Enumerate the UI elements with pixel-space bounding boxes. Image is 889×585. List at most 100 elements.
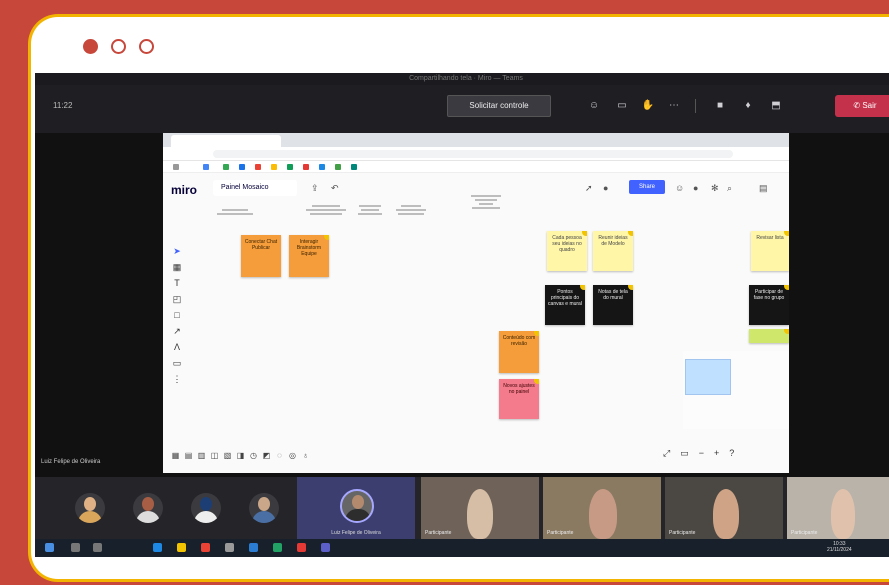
task-view-icon[interactable] xyxy=(93,543,102,552)
sticky-note[interactable]: Conectar Chat Publicar xyxy=(241,235,281,277)
sticky-note[interactable]: Pontos principais do canvas e mural xyxy=(545,285,585,325)
bookmark-icon[interactable] xyxy=(335,164,341,170)
browser-tab[interactable] xyxy=(171,135,281,147)
undo-icon[interactable]: ↶ xyxy=(331,183,341,193)
participant-video[interactable]: Participante xyxy=(421,477,539,539)
shape-tool-icon[interactable]: □ xyxy=(169,307,185,323)
share-screen-icon[interactable]: ⬒ xyxy=(769,99,783,113)
settings-icon[interactable]: ◎ xyxy=(288,451,297,460)
search-icon[interactable]: ⌕ xyxy=(727,183,737,193)
board-text-block[interactable] xyxy=(355,203,385,217)
timer-icon[interactable]: ◷ xyxy=(249,451,258,460)
more-tools-icon[interactable]: ⋮ xyxy=(169,371,185,387)
bookmark-icon[interactable] xyxy=(303,164,309,170)
bookmark-icon[interactable] xyxy=(271,164,277,170)
fit-view-icon[interactable]: ⤢ xyxy=(663,448,670,459)
active-speaker-tile[interactable]: Luiz Felipe de Oliveira xyxy=(297,477,415,539)
board-text-block[interactable] xyxy=(391,203,431,217)
vote-icon[interactable]: ◩ xyxy=(262,451,271,460)
bookmark-icon[interactable] xyxy=(319,164,325,170)
participant-avatar[interactable] xyxy=(75,493,105,523)
grid-icon[interactable]: ▤ xyxy=(184,451,193,460)
board-text-block[interactable] xyxy=(301,203,351,217)
app-icon[interactable] xyxy=(225,543,234,552)
sticky-note[interactable]: Participar de fase no grupo xyxy=(749,285,789,325)
bookmark-icon[interactable] xyxy=(351,164,357,170)
pen-tool-icon[interactable]: Λ xyxy=(169,339,185,355)
minimap-icon[interactable]: ▭ xyxy=(680,448,689,459)
lightbulb-icon[interactable]: ♁ xyxy=(301,451,310,460)
participant-video[interactable]: Participante xyxy=(543,477,661,539)
frame-tool-icon[interactable]: ▭ xyxy=(169,355,185,371)
participant-video[interactable]: Participante xyxy=(665,477,783,539)
collaborator-avatar-icon[interactable]: ● xyxy=(603,183,613,193)
chrome-icon[interactable] xyxy=(201,543,210,552)
url-field[interactable] xyxy=(213,150,733,158)
reactions-icon[interactable]: ☺ xyxy=(587,99,601,113)
board-text-block[interactable] xyxy=(463,193,509,211)
zoom-in-icon[interactable]: + xyxy=(714,448,719,459)
participant-avatar[interactable] xyxy=(133,493,163,523)
sticky-note[interactable]: Revisar lista xyxy=(751,231,789,271)
zoom-out-icon[interactable]: − xyxy=(699,448,704,459)
bookmark-icon[interactable] xyxy=(203,164,209,170)
reactions-icon[interactable]: ☺ xyxy=(675,183,685,193)
sticky-note[interactable] xyxy=(749,329,789,343)
chat-icon[interactable]: ▭ xyxy=(615,99,629,113)
chart-icon[interactable]: ▧ xyxy=(223,451,232,460)
board-name[interactable]: Painel Mosaico xyxy=(213,180,297,196)
more-options-icon[interactable]: ⋯ xyxy=(667,99,681,113)
frames-icon[interactable]: ▦ xyxy=(171,451,180,460)
edge-icon[interactable] xyxy=(153,543,162,552)
select-tool-icon[interactable]: ➤ xyxy=(169,243,185,259)
request-control-button[interactable]: Solicitar controle xyxy=(447,95,551,117)
bookmark-icon[interactable] xyxy=(255,164,261,170)
connector-tool-icon[interactable]: ↗ xyxy=(169,323,185,339)
close-dot-icon[interactable] xyxy=(83,39,98,54)
collaborator-avatar-icon[interactable]: ● xyxy=(693,183,703,193)
sticky-note[interactable]: Cada pessoa seu ideias no quadro xyxy=(547,231,587,271)
teams-icon[interactable] xyxy=(321,543,330,552)
participant-avatar[interactable] xyxy=(249,493,279,523)
sticky-note[interactable]: Novos ajustes no painel xyxy=(499,379,539,419)
app-icon[interactable] xyxy=(297,543,306,552)
comment-icon[interactable]: ◫ xyxy=(210,451,219,460)
maximize-dot-icon[interactable] xyxy=(139,39,154,54)
text-tool-icon[interactable]: T xyxy=(169,275,185,291)
participant-video[interactable]: Participante xyxy=(787,477,889,539)
participant-avatar[interactable] xyxy=(191,493,221,523)
sticky-note[interactable]: Notas de tela do mural xyxy=(593,285,633,325)
camera-icon[interactable]: ■ xyxy=(713,99,727,113)
leave-button[interactable]: ✆ Sair xyxy=(835,95,889,117)
minimize-dot-icon[interactable] xyxy=(111,39,126,54)
windows-start-icon[interactable] xyxy=(45,543,54,552)
bookmark-icon[interactable] xyxy=(223,164,229,170)
board-text-block[interactable] xyxy=(213,207,257,217)
copy-icon[interactable]: ◨ xyxy=(236,451,245,460)
excel-icon[interactable] xyxy=(273,543,282,552)
sticky-note[interactable]: Conteúdo com revisão xyxy=(499,331,539,373)
help-icon[interactable]: ? xyxy=(729,448,734,459)
share-button[interactable]: Share xyxy=(629,180,665,194)
chat-bubble-icon[interactable]: ◌ xyxy=(275,451,284,460)
notes-icon[interactable]: ▤ xyxy=(759,183,769,193)
sticky-note-tool-icon[interactable]: ◰ xyxy=(169,291,185,307)
sticky-note[interactable]: Interagir Brainstorm Equipe xyxy=(289,235,329,277)
sticky-note[interactable]: Reunir ideias de Modelo xyxy=(593,231,633,271)
microphone-icon[interactable]: ♦ xyxy=(741,99,755,113)
cursor-icon[interactable]: ➚ xyxy=(585,183,595,193)
file-explorer-icon[interactable] xyxy=(177,543,186,552)
bookmark-icon[interactable] xyxy=(287,164,293,170)
outlook-icon[interactable] xyxy=(249,543,258,552)
templates-tool-icon[interactable]: ▦ xyxy=(169,259,185,275)
settings-icon[interactable]: ✻ xyxy=(711,183,721,193)
layers-icon[interactable]: ▥ xyxy=(197,451,206,460)
bookmark-icon[interactable] xyxy=(239,164,245,170)
miro-board-canvas[interactable]: miro Painel Mosaico ⇪ ↶ ➚ ● Share ☺ ● ✻ … xyxy=(163,173,789,473)
raise-hand-icon[interactable]: ✋ xyxy=(641,99,655,113)
search-icon[interactable] xyxy=(71,543,80,552)
bookmark-icon[interactable] xyxy=(173,164,179,170)
export-icon[interactable]: ⇪ xyxy=(311,183,321,193)
speaker-name: Luiz Felipe de Oliveira xyxy=(331,530,381,536)
system-clock[interactable]: 10:33 21/11/2024 xyxy=(827,541,852,553)
